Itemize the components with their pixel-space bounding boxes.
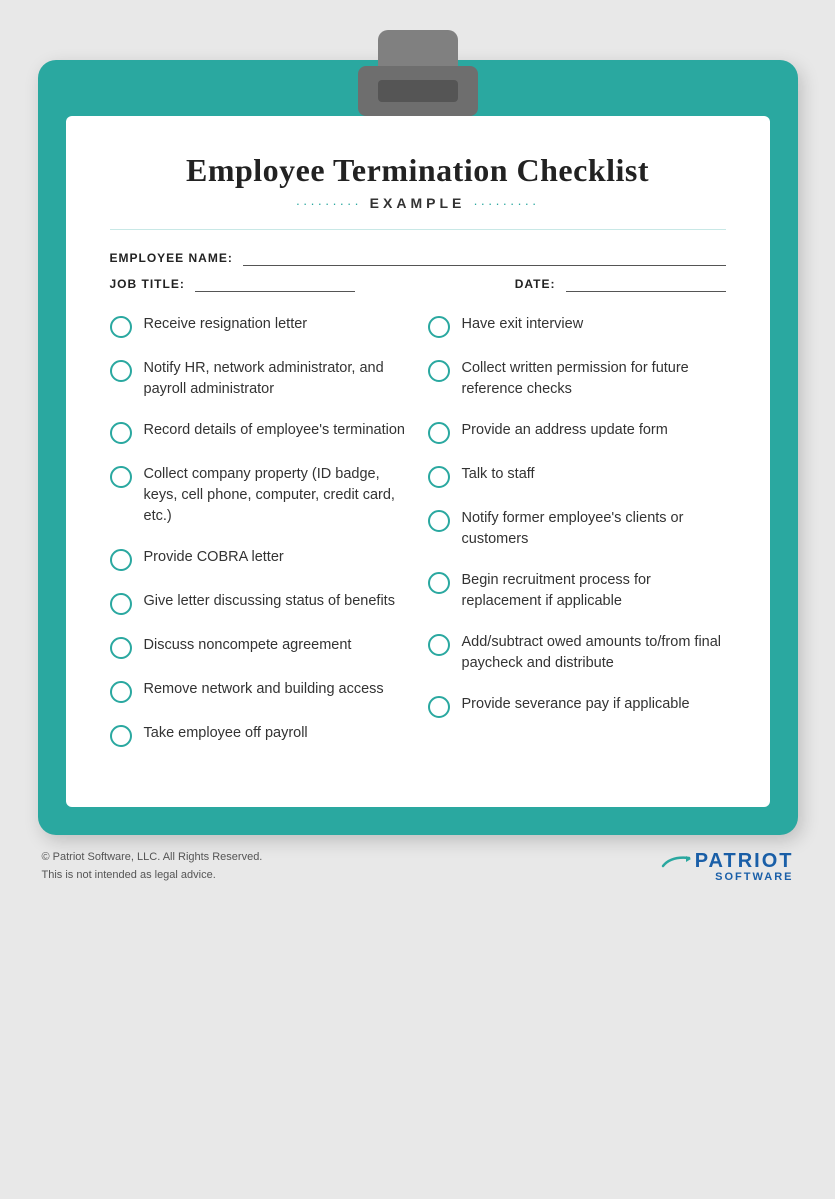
item-text: Notify former employee's clients or cust… xyxy=(462,508,726,550)
footer-left: © Patriot Software, LLC. All Rights Rese… xyxy=(42,849,263,884)
employee-name-line xyxy=(243,250,726,266)
list-item: Remove network and building access xyxy=(110,679,408,703)
form-fields: EMPLOYEE NAME: JOB TITLE: DATE: xyxy=(110,250,726,292)
item-text: Record details of employee's termination xyxy=(144,420,405,441)
item-text: Talk to staff xyxy=(462,464,535,485)
checkbox-circle[interactable] xyxy=(110,422,132,444)
list-item: Notify former employee's clients or cust… xyxy=(428,508,726,550)
item-text: Notify HR, network administrator, and pa… xyxy=(144,358,408,400)
clip-top xyxy=(66,30,770,116)
subtitle-row: ········· EXAMPLE ········· xyxy=(110,195,726,211)
checkbox-circle[interactable] xyxy=(428,360,450,382)
brand-name: PATRIOT xyxy=(695,851,794,871)
item-text: Take employee off payroll xyxy=(144,723,308,744)
list-item: Talk to staff xyxy=(428,464,726,488)
item-text: Give letter discussing status of benefit… xyxy=(144,591,395,612)
employee-name-row: EMPLOYEE NAME: xyxy=(110,250,726,266)
document-title: Employee Termination Checklist xyxy=(110,152,726,189)
checkbox-circle[interactable] xyxy=(428,634,450,656)
dots-right: ········· xyxy=(473,196,539,211)
job-title-label: JOB TITLE: xyxy=(110,277,185,291)
clipboard: Employee Termination Checklist ·········… xyxy=(38,60,798,835)
list-item: Give letter discussing status of benefit… xyxy=(110,591,408,615)
item-text: Add/subtract owed amounts to/from final … xyxy=(462,632,726,674)
job-title-line xyxy=(195,276,355,292)
checkbox-circle[interactable] xyxy=(110,549,132,571)
left-column: Receive resignation letter Notify HR, ne… xyxy=(110,314,408,767)
clip xyxy=(358,30,478,116)
checkbox-circle[interactable] xyxy=(428,316,450,338)
right-column: Have exit interview Collect written perm… xyxy=(428,314,726,767)
patriot-swoosh: PATRIOT xyxy=(661,851,794,871)
divider xyxy=(110,229,726,230)
item-text: Discuss noncompete agreement xyxy=(144,635,352,656)
checkbox-circle[interactable] xyxy=(428,422,450,444)
checklist-columns: Receive resignation letter Notify HR, ne… xyxy=(110,314,726,767)
date-line xyxy=(566,276,726,292)
job-title-part: JOB TITLE: xyxy=(110,276,485,292)
checkbox-circle[interactable] xyxy=(428,696,450,718)
item-text: Have exit interview xyxy=(462,314,584,335)
list-item: Collect company property (ID badge, keys… xyxy=(110,464,408,527)
checkbox-circle[interactable] xyxy=(110,637,132,659)
date-label: DATE: xyxy=(515,277,556,291)
checkbox-circle[interactable] xyxy=(110,316,132,338)
list-item: Add/subtract owed amounts to/from final … xyxy=(428,632,726,674)
paper: Employee Termination Checklist ·········… xyxy=(66,116,770,807)
list-item: Receive resignation letter xyxy=(110,314,408,338)
job-date-row: JOB TITLE: DATE: xyxy=(110,276,726,292)
item-text: Collect written permission for future re… xyxy=(462,358,726,400)
clip-inner xyxy=(378,80,458,102)
checkbox-circle[interactable] xyxy=(110,360,132,382)
checkbox-circle[interactable] xyxy=(110,593,132,615)
list-item: Collect written permission for future re… xyxy=(428,358,726,400)
list-item: Begin recruitment process for replacemen… xyxy=(428,570,726,612)
list-item: Provide COBRA letter xyxy=(110,547,408,571)
item-text: Provide COBRA letter xyxy=(144,547,284,568)
dots-left: ········· xyxy=(296,196,362,211)
checkbox-circle[interactable] xyxy=(110,466,132,488)
list-item: Take employee off payroll xyxy=(110,723,408,747)
checkbox-circle[interactable] xyxy=(428,466,450,488)
item-text: Receive resignation letter xyxy=(144,314,308,335)
item-text: Provide an address update form xyxy=(462,420,668,441)
disclaimer: This is not intended as legal advice. xyxy=(42,867,263,885)
list-item: Discuss noncompete agreement xyxy=(110,635,408,659)
list-item: Notify HR, network administrator, and pa… xyxy=(110,358,408,400)
list-item: Have exit interview xyxy=(428,314,726,338)
patriot-logo: PATRIOT SOFTWARE xyxy=(661,851,794,883)
list-item: Provide severance pay if applicable xyxy=(428,694,726,718)
date-part: DATE: xyxy=(515,276,726,292)
item-text: Remove network and building access xyxy=(144,679,384,700)
checkbox-circle[interactable] xyxy=(428,572,450,594)
list-item: Provide an address update form xyxy=(428,420,726,444)
checkbox-circle[interactable] xyxy=(110,725,132,747)
brand-sub: SOFTWARE xyxy=(715,871,793,883)
document-subtitle: EXAMPLE xyxy=(370,195,466,211)
checkbox-circle[interactable] xyxy=(428,510,450,532)
list-item: Record details of employee's termination xyxy=(110,420,408,444)
item-text: Collect company property (ID badge, keys… xyxy=(144,464,408,527)
item-text: Provide severance pay if applicable xyxy=(462,694,690,715)
checkbox-circle[interactable] xyxy=(110,681,132,703)
item-text: Begin recruitment process for replacemen… xyxy=(462,570,726,612)
clip-arm xyxy=(378,30,458,66)
employee-name-label: EMPLOYEE NAME: xyxy=(110,251,233,265)
footer: © Patriot Software, LLC. All Rights Rese… xyxy=(38,835,798,884)
clip-body xyxy=(358,66,478,116)
copyright: © Patriot Software, LLC. All Rights Rese… xyxy=(42,849,263,867)
swoosh-icon xyxy=(661,854,691,868)
